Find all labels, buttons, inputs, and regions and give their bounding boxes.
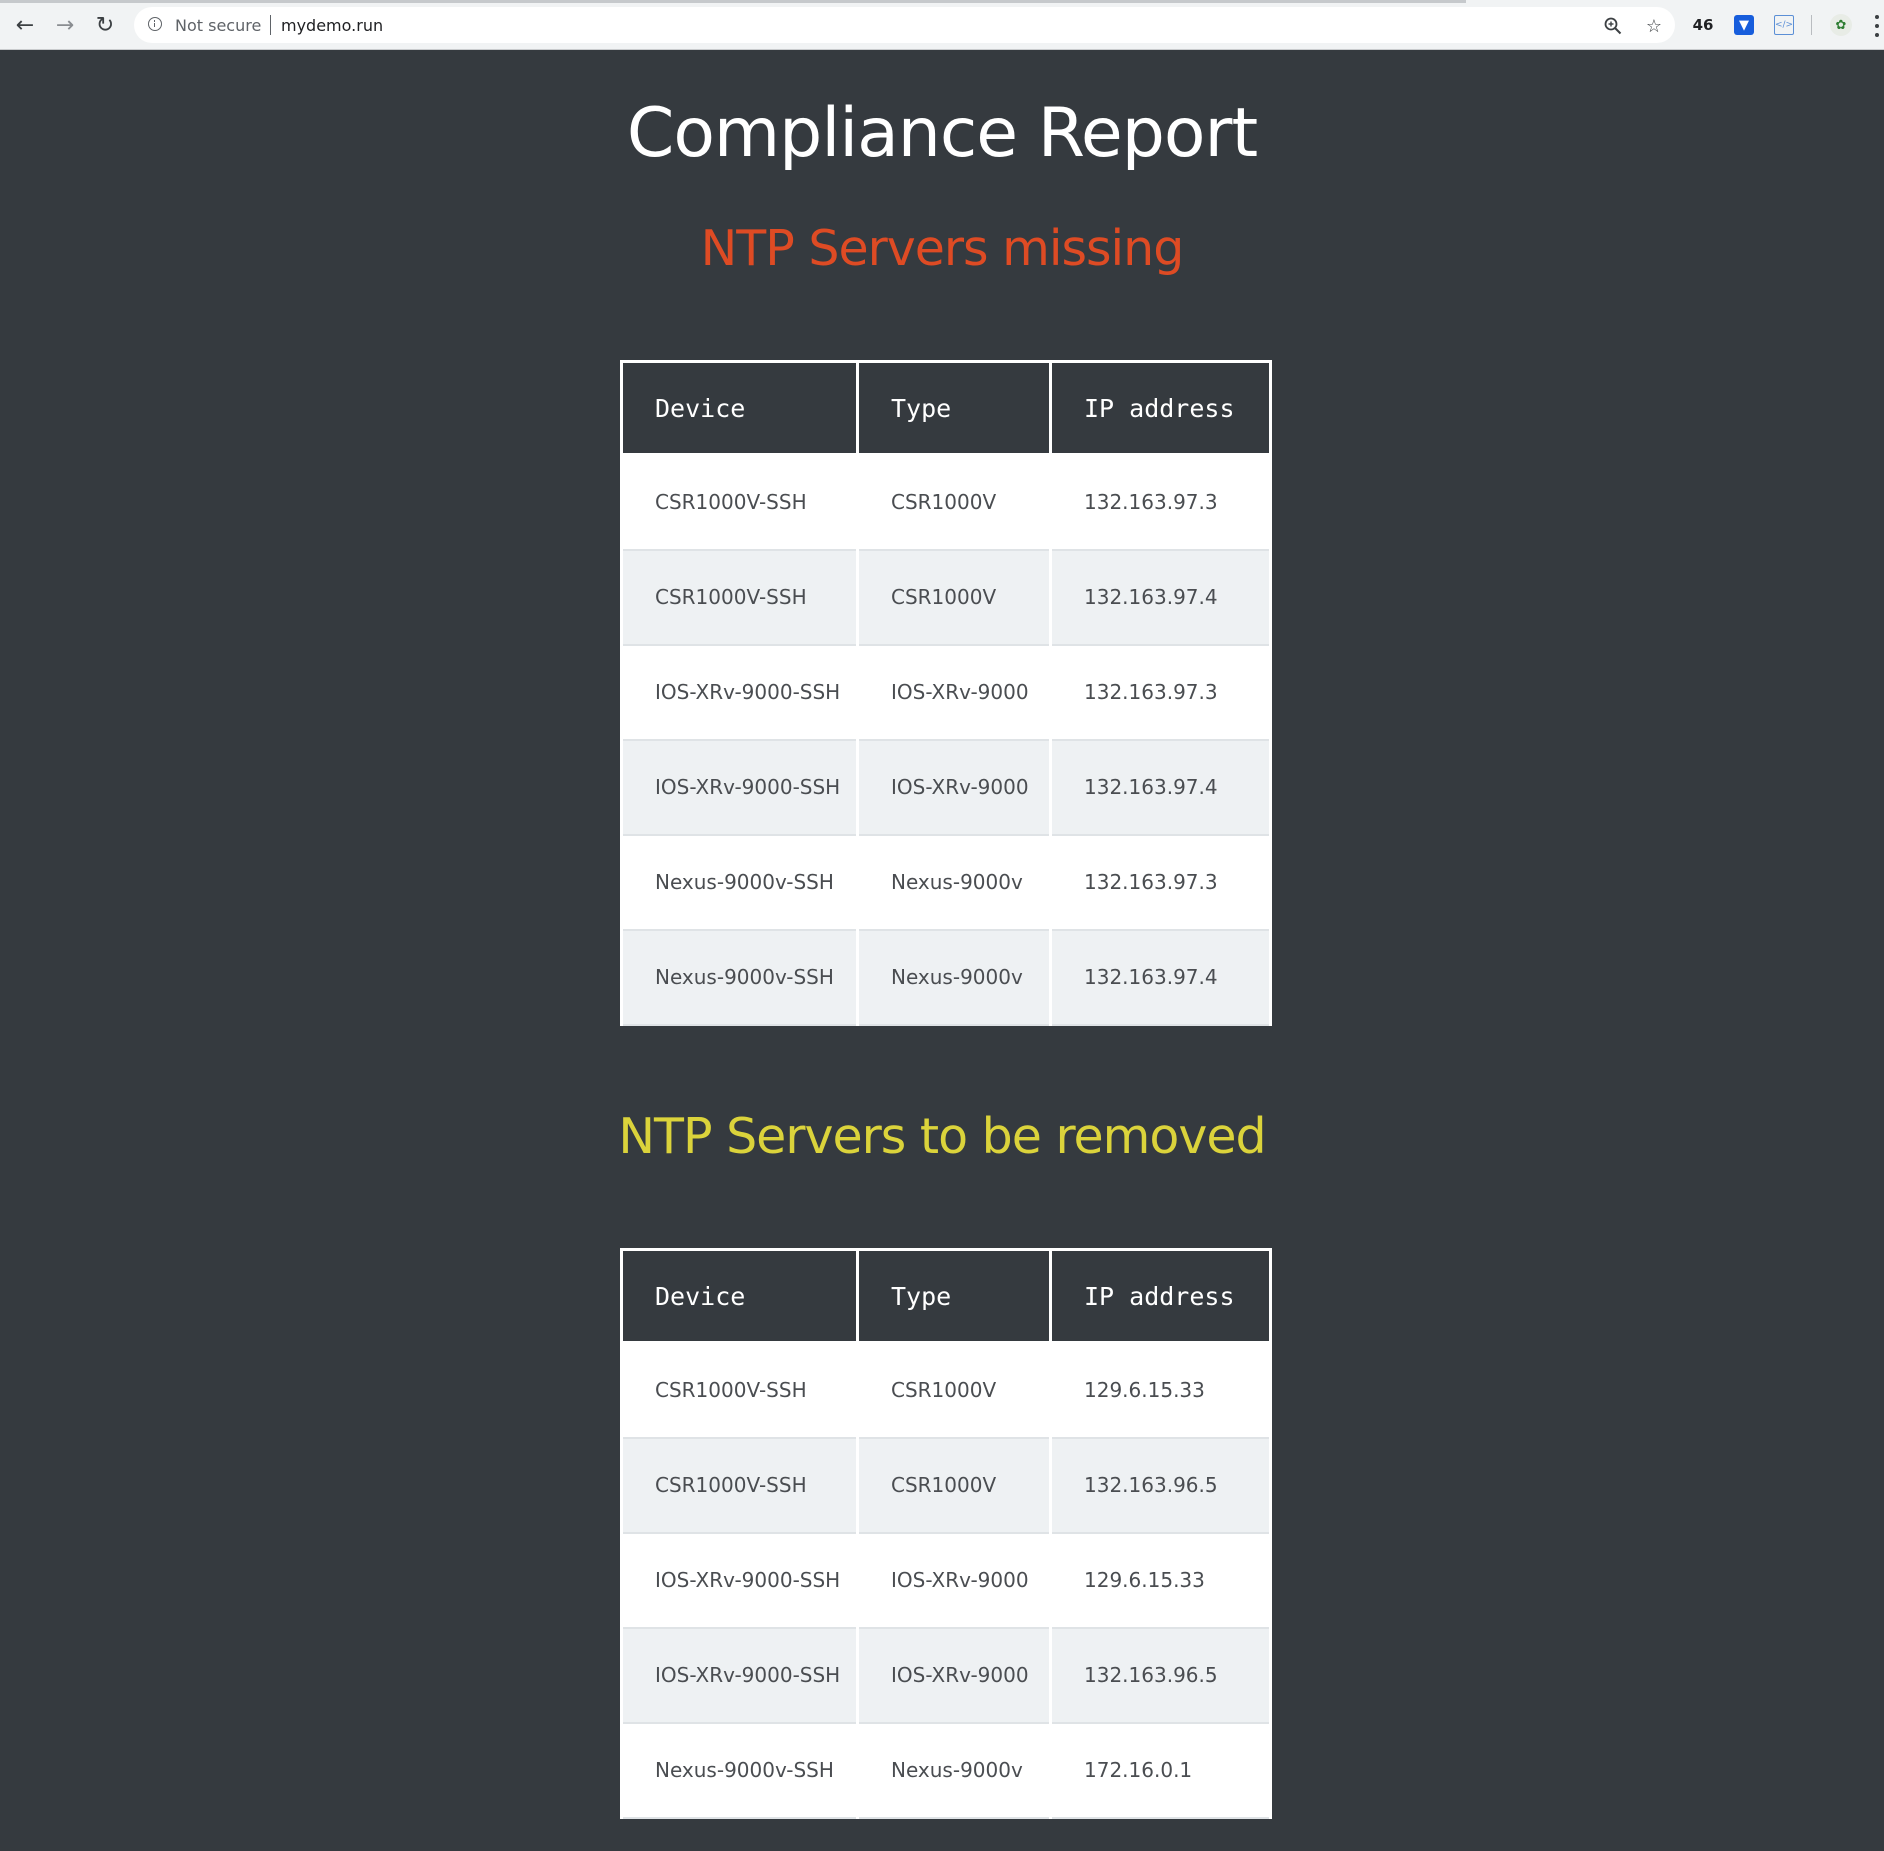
- section-heading-removed: NTP Servers to be removed: [618, 1108, 1266, 1165]
- cell-type: CSR1000V: [856, 454, 1052, 551]
- removed-servers-table: Device Type IP address CSR1000V-SSH CSR10…: [620, 1248, 1272, 1819]
- code-extension-icon[interactable]: </>: [1774, 15, 1794, 35]
- cell-ip-address: 132.163.97.4: [1049, 929, 1272, 1026]
- forward-arrow-icon[interactable]: →: [50, 10, 80, 40]
- table-row: CSR1000V-SSH CSR1000V 132.163.96.5: [620, 1437, 1272, 1534]
- cell-ip-address: 132.163.96.5: [1049, 1437, 1272, 1534]
- cell-type: Nexus-9000v: [856, 834, 1052, 931]
- browser-toolbar: ← → ↻ Not secure mydemo.run ☆ 46 ▼ </> ✿: [0, 0, 1884, 50]
- column-header-type: Type: [856, 360, 1052, 456]
- cell-type: IOS-XRv-9000: [856, 1627, 1052, 1724]
- cell-device: CSR1000V-SSH: [620, 1437, 859, 1534]
- table-row: Nexus-9000v-SSH Nexus-9000v 132.163.97.4: [620, 929, 1272, 1026]
- cell-type: Nexus-9000v: [856, 929, 1052, 1026]
- cell-ip-address: 132.163.97.3: [1049, 454, 1272, 551]
- table-header-row: Device Type IP address: [620, 360, 1272, 456]
- cell-ip-address: 129.6.15.33: [1049, 1532, 1272, 1629]
- cell-type: IOS-XRv-9000: [856, 644, 1052, 741]
- profile-avatar-icon[interactable]: ✿: [1830, 14, 1852, 36]
- cell-type: CSR1000V: [856, 549, 1052, 646]
- missing-servers-table: Device Type IP address CSR1000V-SSH CSR10…: [620, 360, 1272, 1026]
- table-row: IOS-XRv-9000-SSH IOS-XRv-9000 132.163.96.5: [620, 1627, 1272, 1724]
- table-row: Nexus-9000v-SSH Nexus-9000v 132.163.97.3: [620, 834, 1272, 931]
- cell-ip-address: 129.6.15.33: [1049, 1342, 1272, 1439]
- kebab-menu-icon[interactable]: [1874, 15, 1880, 37]
- cell-device: IOS-XRv-9000-SSH: [620, 644, 859, 741]
- table-row: Nexus-9000v-SSH Nexus-9000v 172.16.0.1: [620, 1722, 1272, 1819]
- cell-device: CSR1000V-SSH: [620, 549, 859, 646]
- cell-type: IOS-XRv-9000: [856, 739, 1052, 836]
- section-heading-missing: NTP Servers missing: [700, 220, 1185, 277]
- column-header-device: Device: [620, 1248, 859, 1344]
- table-header-row: Device Type IP address: [620, 1248, 1272, 1344]
- cell-type: IOS-XRv-9000: [856, 1532, 1052, 1629]
- cell-type: CSR1000V: [856, 1437, 1052, 1534]
- table-row: CSR1000V-SSH CSR1000V 129.6.15.33: [620, 1342, 1272, 1439]
- extension-badge[interactable]: 46: [1690, 13, 1716, 37]
- cell-device: IOS-XRv-9000-SSH: [620, 739, 859, 836]
- star-icon[interactable]: ☆: [1643, 15, 1665, 37]
- cell-ip-address: 132.163.97.3: [1049, 644, 1272, 741]
- column-header-ip-address: IP address: [1049, 360, 1272, 456]
- url-divider: [270, 15, 271, 35]
- column-header-ip-address: IP address: [1049, 1248, 1272, 1344]
- page-content: Compliance Report NTP Servers missing De…: [0, 50, 1884, 1851]
- address-bar[interactable]: Not secure mydemo.run ☆: [134, 7, 1675, 43]
- page-title: Compliance Report: [626, 94, 1258, 173]
- cell-device: IOS-XRv-9000-SSH: [620, 1627, 859, 1724]
- cell-ip-address: 132.163.97.3: [1049, 834, 1272, 931]
- url-text[interactable]: mydemo.run: [281, 16, 383, 35]
- cell-type: Nexus-9000v: [856, 1722, 1052, 1819]
- table-row: IOS-XRv-9000-SSH IOS-XRv-9000 132.163.97.3: [620, 644, 1272, 741]
- cell-ip-address: 172.16.0.1: [1049, 1722, 1272, 1819]
- table-row: CSR1000V-SSH CSR1000V 132.163.97.4: [620, 549, 1272, 646]
- cell-ip-address: 132.163.97.4: [1049, 549, 1272, 646]
- reload-icon[interactable]: ↻: [90, 10, 120, 40]
- bitwarden-extension-icon[interactable]: ▼: [1734, 15, 1754, 35]
- table-row: IOS-XRv-9000-SSH IOS-XRv-9000 132.163.97.4: [620, 739, 1272, 836]
- table-body: CSR1000V-SSH CSR1000V 132.163.97.3 CSR1000V…: [620, 454, 1272, 1026]
- table-row: IOS-XRv-9000-SSH IOS-XRv-9000 129.6.15.33: [620, 1532, 1272, 1629]
- column-header-device: Device: [620, 360, 859, 456]
- cell-device: CSR1000V-SSH: [620, 454, 859, 551]
- cell-ip-address: 132.163.96.5: [1049, 1627, 1272, 1724]
- info-icon[interactable]: [148, 17, 162, 31]
- cell-device: IOS-XRv-9000-SSH: [620, 1532, 859, 1629]
- security-label[interactable]: Not secure: [175, 16, 261, 35]
- cell-device: Nexus-9000v-SSH: [620, 834, 859, 931]
- cell-type: CSR1000V: [856, 1342, 1052, 1439]
- cell-ip-address: 132.163.97.4: [1049, 739, 1272, 836]
- back-arrow-icon[interactable]: ←: [10, 10, 40, 40]
- tab-strip-edge: [0, 0, 1466, 3]
- table-body: CSR1000V-SSH CSR1000V 129.6.15.33 CSR1000V-…: [620, 1342, 1272, 1819]
- table-row: CSR1000V-SSH CSR1000V 132.163.97.3: [620, 454, 1272, 551]
- cell-device: Nexus-9000v-SSH: [620, 929, 859, 1026]
- cell-device: CSR1000V-SSH: [620, 1342, 859, 1439]
- column-header-type: Type: [856, 1248, 1052, 1344]
- zoom-icon[interactable]: [1602, 15, 1624, 37]
- cell-device: Nexus-9000v-SSH: [620, 1722, 859, 1819]
- toolbar-divider: [1811, 15, 1812, 35]
